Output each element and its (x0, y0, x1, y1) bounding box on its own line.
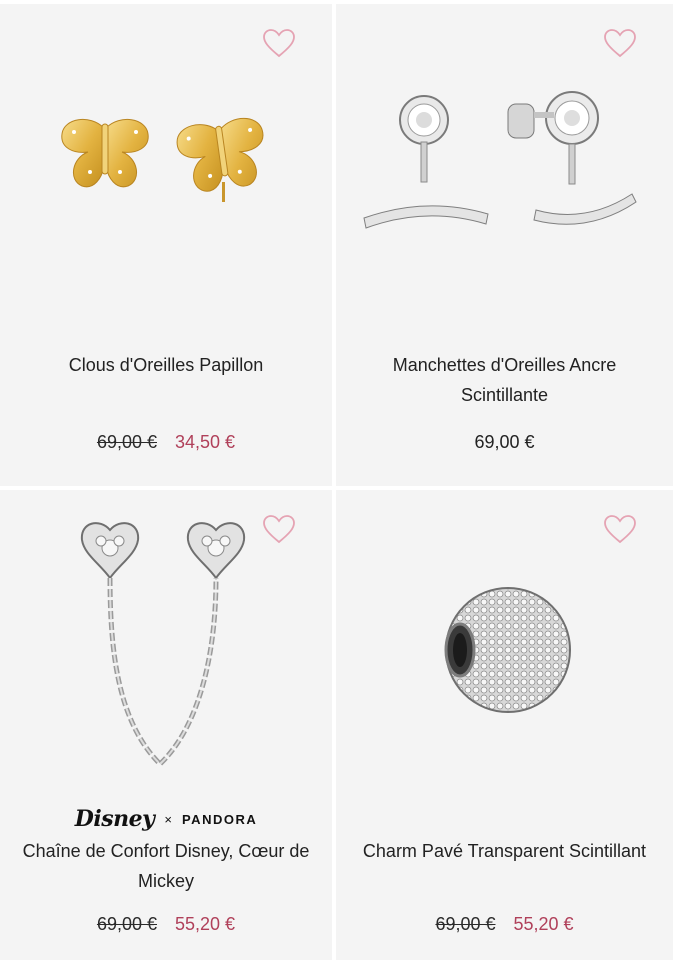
safety-chain-icon[interactable] (0, 512, 332, 782)
pandora-logo: PANDORA (181, 811, 258, 827)
original-price: 69,00 € (435, 914, 496, 934)
product-price: 69,00 € 55,20 € (0, 914, 332, 935)
brand-logo: Disney × PANDORA (0, 806, 332, 832)
sale-price: 55,20 € (513, 914, 574, 934)
product-title[interactable]: Charm Pavé Transparent Scintillant (356, 836, 653, 866)
product-title[interactable]: Clous d'Oreilles Papillon (20, 350, 312, 380)
product-card[interactable]: Disney × PANDORA Chaîne de Confort Disne… (0, 490, 332, 960)
pave-charm-icon[interactable] (336, 582, 673, 722)
product-title[interactable]: Chaîne de Confort Disney, Cœur de Mickey (20, 836, 312, 896)
wishlist-heart-icon[interactable] (603, 28, 637, 58)
wishlist-heart-icon[interactable] (262, 28, 296, 58)
product-price: 69,00 € (336, 432, 673, 453)
disney-logo: Disney (74, 806, 155, 832)
sale-price: 34,50 € (175, 432, 236, 452)
wishlist-heart-icon[interactable] (603, 514, 637, 544)
regular-price: 69,00 € (474, 432, 535, 452)
product-card[interactable]: Clous d'Oreilles Papillon 69,00 € 34,50 € (0, 4, 332, 486)
product-price: 69,00 € 55,20 € (336, 914, 673, 935)
product-title[interactable]: Manchettes d'Oreilles Ancre Scintillante (356, 350, 653, 410)
original-price: 69,00 € (96, 914, 157, 934)
product-card[interactable]: Charm Pavé Transparent Scintillant 69,00… (336, 490, 673, 960)
product-card[interactable]: Manchettes d'Oreilles Ancre Scintillante… (336, 4, 673, 486)
product-grid: Clous d'Oreilles Papillon 69,00 € 34,50 € (0, 0, 673, 960)
brand-separator: × (164, 811, 172, 827)
butterfly-earrings-icon[interactable] (0, 104, 332, 214)
original-price: 69,00 € (96, 432, 157, 452)
ear-cuff-earrings-icon[interactable] (336, 84, 673, 234)
product-price: 69,00 € 34,50 € (0, 432, 332, 453)
sale-price: 55,20 € (175, 914, 236, 934)
